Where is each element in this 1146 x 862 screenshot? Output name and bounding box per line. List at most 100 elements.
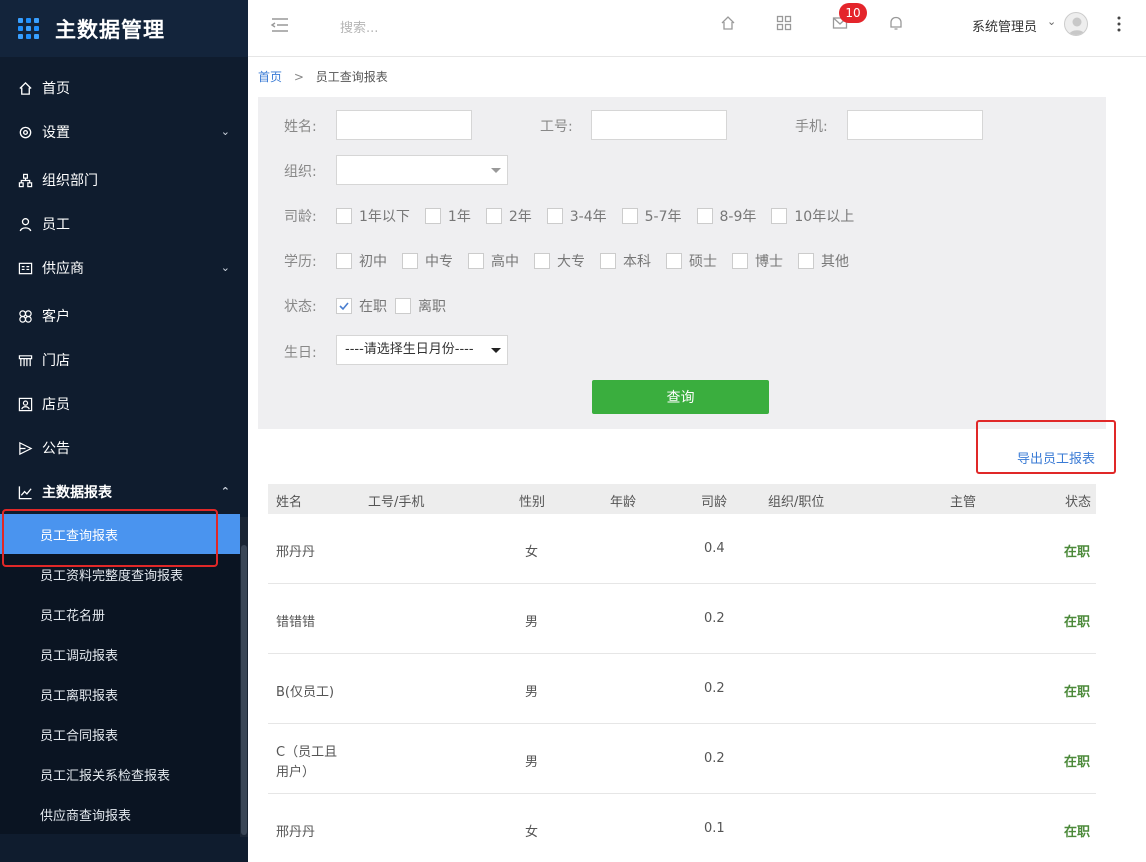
column-header[interactable]: 司龄 [701, 491, 727, 510]
breadcrumb-separator: > [293, 70, 304, 84]
sidebar-item-store[interactable]: 门店 [0, 338, 248, 382]
table-row[interactable]: B(仅员工) 男 0.2 在职 [268, 654, 1096, 724]
tenure-option[interactable]: 5-7年 [621, 206, 682, 226]
checkbox[interactable] [336, 208, 352, 224]
education-label: 学历: [284, 254, 317, 270]
status-option-active[interactable]: 在职 [336, 296, 387, 316]
column-header[interactable]: 主管 [950, 491, 976, 510]
education-option[interactable]: 大专 [534, 251, 585, 271]
app-grid-icon[interactable] [18, 18, 39, 39]
cell-tenure: 0.2 [704, 681, 725, 696]
checkbox[interactable] [666, 253, 682, 269]
cell-gender: 男 [525, 685, 539, 700]
more-vertical-icon[interactable] [1116, 14, 1122, 34]
cell-name: B(仅员工) [276, 685, 335, 700]
column-header[interactable]: 状态 [1065, 491, 1091, 510]
column-header[interactable]: 年龄 [610, 491, 636, 510]
checkbox[interactable] [468, 253, 484, 269]
checkbox[interactable] [395, 298, 411, 314]
sidebar-item-label: 设置 [42, 125, 70, 141]
education-option[interactable]: 本科 [600, 251, 651, 271]
education-option[interactable]: 硕士 [666, 251, 717, 271]
checkbox[interactable] [798, 253, 814, 269]
sidebar-subitem-employee-resign[interactable]: 员工离职报表 [0, 674, 248, 714]
sidebar-menu: 首页 设置 ⌄ 组织部门 员工 供应商 ⌄ 客户 门店 店员 公告 主数据报表 … [0, 57, 248, 834]
birthday-month-select[interactable]: ----请选择生日月份---- [336, 335, 508, 365]
sidebar-subitem-employee-roster[interactable]: 员工花名册 [0, 594, 248, 634]
sidebar-item-supplier[interactable]: 供应商 ⌄ [0, 246, 248, 290]
education-option[interactable]: 博士 [732, 251, 783, 271]
checkbox[interactable] [424, 208, 441, 224]
search-input[interactable]: 搜索... [340, 17, 378, 36]
caret-down-icon [491, 348, 501, 353]
sidebar-subitem-supplier-query[interactable]: 供应商查询报表 [0, 794, 248, 834]
status-label: 状态: [284, 299, 317, 315]
tenure-option[interactable]: 3-4年 [546, 206, 607, 226]
checkbox[interactable] [402, 253, 418, 269]
phone-input[interactable] [847, 110, 983, 140]
sidebar-subitem-employee-contract[interactable]: 员工合同报表 [0, 714, 248, 754]
education-option[interactable]: 高中 [468, 251, 519, 271]
employee-id-input[interactable] [591, 110, 727, 140]
employee-table: 姓名 工号/手机 性别 年龄 司龄 组织/职位 主管 状态 邢丹丹 女 0.4 … [268, 484, 1096, 862]
check-icon [339, 302, 349, 311]
education-option[interactable]: 初中 [336, 251, 387, 271]
sidebar-item-employee[interactable]: 员工 [0, 202, 248, 246]
checkbox[interactable] [534, 253, 550, 269]
column-header[interactable]: 工号/手机 [368, 491, 424, 510]
checkbox[interactable] [600, 253, 616, 269]
checkbox[interactable] [732, 253, 748, 269]
org-label: 组织: [284, 164, 317, 180]
checkbox[interactable] [621, 208, 638, 224]
column-header[interactable]: 姓名 [276, 491, 302, 510]
table-row[interactable]: 邢丹丹 女 0.4 在职 [268, 514, 1096, 584]
education-option[interactable]: 其他 [798, 251, 849, 271]
chevron-down-icon[interactable]: ⌄ [1047, 15, 1056, 28]
status-option-resigned[interactable]: 离职 [395, 296, 446, 316]
sidebar-item-settings[interactable]: 设置 ⌄ [0, 110, 248, 154]
sidebar-item-master-report[interactable]: 主数据报表 ⌃ [0, 470, 248, 514]
export-employee-report-link[interactable]: 导出员工报表 [1017, 448, 1095, 467]
tenure-option[interactable]: 1年以下 [336, 206, 410, 226]
sidebar-item-announcement[interactable]: 公告 [0, 426, 248, 470]
sidebar-item-clerk[interactable]: 店员 [0, 382, 248, 426]
sidebar-item-label: 门店 [42, 353, 70, 369]
checkbox[interactable] [771, 208, 788, 224]
column-header[interactable]: 性别 [519, 491, 545, 510]
sidebar-item-home[interactable]: 首页 [0, 66, 248, 110]
education-option[interactable]: 中专 [402, 251, 453, 271]
column-header[interactable]: 组织/职位 [768, 491, 824, 510]
query-button[interactable]: 查询 [592, 380, 769, 414]
name-input[interactable] [336, 110, 472, 140]
checkbox[interactable] [546, 208, 563, 224]
table-row[interactable]: C（员工且 用户） 男 0.2 在职 [268, 724, 1096, 794]
org-select[interactable] [336, 155, 508, 185]
checkbox[interactable] [485, 208, 502, 224]
table-row[interactable]: 邢丹丹 女 0.1 在职 [268, 794, 1096, 862]
table-row[interactable]: 错错错 男 0.2 在职 [268, 584, 1096, 654]
checkbox[interactable] [336, 253, 352, 269]
tenure-option[interactable]: 1年 [424, 206, 471, 226]
tenure-option[interactable]: 10年以上 [771, 206, 854, 226]
sidebar-scrollbar[interactable] [241, 545, 247, 835]
breadcrumb-home[interactable]: 首页 [258, 70, 282, 84]
home-icon[interactable] [720, 15, 738, 33]
grid-icon[interactable] [776, 15, 794, 33]
sidebar-item-org[interactable]: 组织部门 [0, 158, 248, 202]
checkbox[interactable] [696, 208, 713, 224]
sidebar-item-customer[interactable]: 客户 [0, 294, 248, 338]
cell-gender: 男 [525, 755, 539, 770]
sidebar-subitem-reporting-check[interactable]: 员工汇报关系检查报表 [0, 754, 248, 794]
avatar[interactable] [1064, 12, 1088, 36]
sidebar-subitem-employee-query[interactable]: 员工查询报表 [0, 514, 240, 554]
app-title: 主数据管理 [55, 17, 165, 42]
collapse-menu-icon[interactable] [270, 15, 290, 35]
sidebar-subitem-employee-transfer[interactable]: 员工调动报表 [0, 634, 248, 674]
user-name[interactable]: 系统管理员 [972, 16, 1037, 35]
sidebar-subitem-employee-completeness[interactable]: 员工资料完整度查询报表 [0, 554, 248, 594]
tenure-option[interactable]: 8-9年 [696, 206, 756, 226]
checkbox-checked[interactable] [336, 298, 352, 314]
bell-icon[interactable] [888, 15, 906, 33]
tenure-option[interactable]: 2年 [485, 206, 532, 226]
sidebar-item-label: 店员 [42, 397, 70, 413]
